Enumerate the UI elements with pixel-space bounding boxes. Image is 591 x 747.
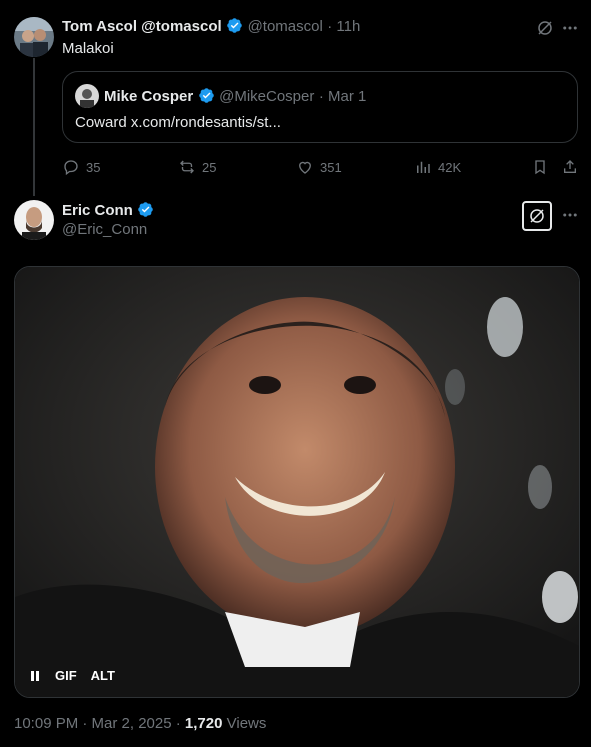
views-total: 1,720 [184,715,223,732]
more-icon[interactable] [560,18,580,38]
gif-badge: GIF [55,668,77,683]
reply-icon [64,160,78,176]
media-controls: GIF ALT [29,668,115,683]
author-name[interactable]: Tom Ascol @tomascol [62,18,222,35]
like-icon [299,161,311,174]
repost-count: 25 [202,159,217,175]
views-icon [417,161,430,173]
more-icon[interactable] [560,205,580,225]
mike-cosper-avatar[interactable] [75,84,99,108]
quote-tweet-card[interactable]: Mike Cosper @MikeCosper · Mar 1 Coward x… [62,71,578,143]
grok-icon[interactable] [535,18,555,38]
bookmark-icon[interactable] [531,158,549,176]
like-button[interactable]: 351 [296,158,342,176]
tom-ascol-avatar[interactable] [14,17,54,57]
pause-icon[interactable] [29,670,41,682]
thread-line [33,58,35,196]
quote-author-name[interactable]: Mike Cosper [104,88,193,105]
repost-icon [180,160,194,174]
quote-header: Mike Cosper @MikeCosper · Mar 1 [104,87,366,106]
tweet1-header: Tom Ascol @tomascol @tomascol · 11h [62,17,360,36]
quote-author-handle[interactable]: @MikeCosper [219,88,314,105]
grok-icon[interactable] [522,201,552,231]
share-icon[interactable] [561,158,579,176]
tweet2-header: Eric Conn [62,201,154,220]
quote-text[interactable]: Coward x.com/rondesantis/st... [75,114,281,131]
author-handle[interactable]: @Eric_Conn [62,221,147,238]
tweet-footer: 10:09 PM · Mar 2, 2025 · 1,720 Views [14,715,266,732]
verified-icon [198,87,215,104]
author-name[interactable]: Eric Conn [62,202,133,219]
alt-badge[interactable]: ALT [91,668,115,683]
views-count: 42K [438,159,462,175]
quote-time[interactable]: · Mar 1 [319,88,367,105]
reply-button[interactable]: 35 [62,158,100,176]
tweet-text: Malakoi [62,40,114,57]
verified-icon [137,201,154,218]
views-label: Views [226,715,267,732]
verified-icon [226,17,243,34]
eric-conn-avatar[interactable] [14,200,54,240]
reply-count: 35 [86,159,101,175]
repost-button[interactable]: 25 [178,158,216,176]
gif-image [15,267,579,697]
author-handle[interactable]: @tomascol [248,18,323,35]
views-button[interactable]: 42K [414,158,461,176]
gif-media[interactable]: GIF ALT [14,266,580,698]
like-count: 351 [320,159,342,175]
tweet-timestamp[interactable]: 10:09 PM · Mar 2, 2025 · [14,715,181,732]
tweet-time[interactable]: · 11h [327,18,360,35]
